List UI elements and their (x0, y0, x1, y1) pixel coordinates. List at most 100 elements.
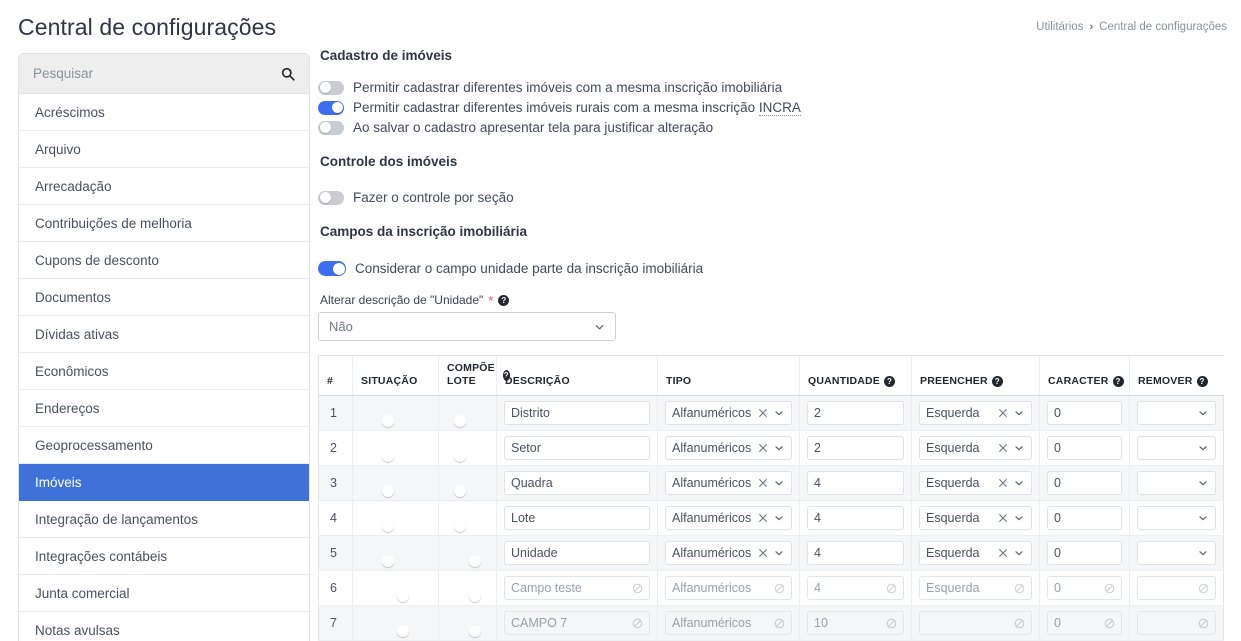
sidebar-item-arquivo[interactable]: Arquivo (19, 131, 309, 168)
descricao-input[interactable]: Distrito (504, 401, 650, 426)
remover-input[interactable] (1137, 471, 1216, 496)
tipo-actions (758, 512, 785, 524)
help-icon[interactable]: ? (498, 294, 510, 306)
sidebar-item-econ-micos[interactable]: Econômicos (19, 353, 309, 390)
clear-icon[interactable] (998, 478, 1008, 488)
sidebar-item-junta-comercial[interactable]: Junta comercial (19, 575, 309, 612)
chevron-down-icon[interactable] (1197, 512, 1209, 524)
toggle-controle-por-secao[interactable] (318, 190, 344, 205)
sidebar-item-integra-o-de-lan-amentos[interactable]: Integração de lançamentos (19, 501, 309, 538)
remover-input[interactable] (1137, 541, 1216, 566)
clear-icon[interactable] (758, 443, 768, 453)
caracter-input[interactable]: 0 (1047, 401, 1122, 426)
tipo-input[interactable]: Alfanuméricos (665, 471, 792, 496)
chevron-down-icon[interactable] (1197, 477, 1209, 489)
remover-input[interactable] (1137, 506, 1216, 531)
preencher-input[interactable]: Esquerda (919, 471, 1032, 496)
chevron-down-icon[interactable] (1013, 547, 1025, 559)
descricao-input[interactable]: Lote (504, 506, 650, 531)
cell-descricao: Setor (496, 430, 658, 467)
clear-icon[interactable] (998, 513, 1008, 523)
chevron-down-icon[interactable] (773, 407, 785, 419)
chevron-down-icon[interactable] (773, 442, 785, 454)
main-content: Cadastro de imóveis Permitir cadastrar d… (318, 48, 1241, 641)
cell-quantidade: 4 (799, 500, 912, 537)
search-input[interactable] (33, 66, 273, 81)
clear-icon[interactable] (998, 408, 1008, 418)
clear-icon[interactable] (998, 443, 1008, 453)
sidebar-item-im-veis[interactable]: Imóveis (19, 464, 309, 501)
sidebar-item-contribui-es-de-melhoria[interactable]: Contribuições de melhoria (19, 205, 309, 242)
clear-icon[interactable] (758, 478, 768, 488)
preencher-input[interactable]: Esquerda (919, 541, 1032, 566)
sidebar-item-arrecada-o[interactable]: Arrecadação (19, 168, 309, 205)
remover-input[interactable] (1137, 401, 1216, 426)
sidebar-item-integra-es-cont-beis[interactable]: Integrações contábeis (19, 538, 309, 575)
sidebar-item-endere-os[interactable]: Endereços (19, 390, 309, 427)
caracter-value: 0 (1054, 616, 1061, 631)
sidebar-item-documentos[interactable]: Documentos (19, 279, 309, 316)
preencher-input[interactable]: Esquerda (919, 506, 1032, 531)
caracter-input[interactable]: 0 (1047, 436, 1122, 461)
help-icon[interactable]: ? (1112, 376, 1124, 388)
chevron-down-icon[interactable] (773, 477, 785, 489)
chevron-down-icon[interactable] (1013, 477, 1025, 489)
remover-input[interactable] (1137, 436, 1216, 461)
sidebar-item-label: Dívidas ativas (35, 326, 120, 342)
chevron-down-icon[interactable] (1197, 407, 1209, 419)
chevron-down-icon[interactable] (593, 320, 606, 333)
quantidade-input[interactable]: 2 (807, 436, 904, 461)
caracter-input[interactable]: 0 (1047, 506, 1122, 531)
setting-row-campo-unidade[interactable]: Considerar o campo unidade parte da insc… (318, 259, 1241, 278)
caracter-input[interactable]: 0 (1047, 471, 1122, 496)
descricao-input[interactable]: Quadra (504, 471, 650, 496)
select-alterar-descricao-unidade[interactable]: Não (318, 312, 616, 341)
setting-row-mesma-inscricao-incra[interactable]: Permitir cadastrar diferentes imóveis ru… (318, 98, 1241, 117)
toggle-mesma-inscricao-incra[interactable] (318, 100, 344, 115)
setting-row-justificar-alteracao[interactable]: Ao salvar o cadastro apresentar tela par… (318, 118, 1241, 137)
clear-icon[interactable] (998, 548, 1008, 558)
help-icon[interactable]: ? (884, 376, 895, 388)
setting-row-mesma-inscricao-imobiliaria[interactable]: Permitir cadastrar diferentes imóveis co… (318, 78, 1241, 97)
chevron-down-icon[interactable] (1013, 512, 1025, 524)
sidebar-item-acr-scimos[interactable]: Acréscimos (19, 94, 309, 131)
chevron-down-icon[interactable] (1013, 442, 1025, 454)
clear-icon[interactable] (758, 408, 768, 418)
chevron-down-icon[interactable] (1197, 442, 1209, 454)
incra-tooltip-term[interactable]: INCRA (758, 100, 801, 116)
help-icon[interactable]: ? (1196, 376, 1208, 388)
caracter-input[interactable]: 0 (1047, 541, 1122, 566)
quantidade-input[interactable]: 2 (807, 401, 904, 426)
tipo-input[interactable]: Alfanuméricos (665, 401, 792, 426)
sidebar-item-notas-avulsas[interactable]: Notas avulsas (19, 612, 309, 641)
tipo-input[interactable]: Alfanuméricos (665, 506, 792, 531)
tipo-input[interactable]: Alfanuméricos (665, 436, 792, 461)
toggle-justificar-alteracao[interactable] (318, 120, 344, 135)
sidebar-item-d-vidas-ativas[interactable]: Dívidas ativas (19, 316, 309, 353)
preencher-input[interactable]: Esquerda (919, 436, 1032, 461)
chevron-down-icon[interactable] (773, 547, 785, 559)
chevron-down-icon[interactable] (1197, 547, 1209, 559)
help-icon[interactable]: ? (991, 376, 1003, 388)
clear-icon[interactable] (758, 548, 768, 558)
preencher-input[interactable]: Esquerda (919, 401, 1032, 426)
descricao-input[interactable]: Unidade (504, 541, 650, 566)
setting-row-controle-por-secao[interactable]: Fazer o controle por seção (318, 188, 1241, 207)
chevron-down-icon[interactable] (773, 512, 785, 524)
setting-label: Fazer o controle por seção (353, 190, 514, 205)
chevron-down-icon[interactable] (1013, 407, 1025, 419)
tipo-value: Alfanuméricos (672, 581, 752, 596)
sidebar-search[interactable] (19, 54, 309, 94)
quantidade-input[interactable]: 4 (807, 471, 904, 496)
clear-icon[interactable] (758, 513, 768, 523)
quantidade-input[interactable]: 4 (807, 506, 904, 531)
descricao-input[interactable]: Setor (504, 436, 650, 461)
quantidade-input[interactable]: 4 (807, 541, 904, 566)
toggle-campo-unidade[interactable] (318, 261, 346, 276)
toggle-mesma-inscricao-imobiliaria[interactable] (318, 80, 344, 95)
sidebar-item-cupons-de-desconto[interactable]: Cupons de desconto (19, 242, 309, 279)
tipo-input[interactable]: Alfanuméricos (665, 541, 792, 566)
search-icon[interactable] (281, 67, 295, 81)
breadcrumb-parent[interactable]: Utilitários (1036, 21, 1083, 33)
sidebar-item-geoprocessamento[interactable]: Geoprocessamento (19, 427, 309, 464)
